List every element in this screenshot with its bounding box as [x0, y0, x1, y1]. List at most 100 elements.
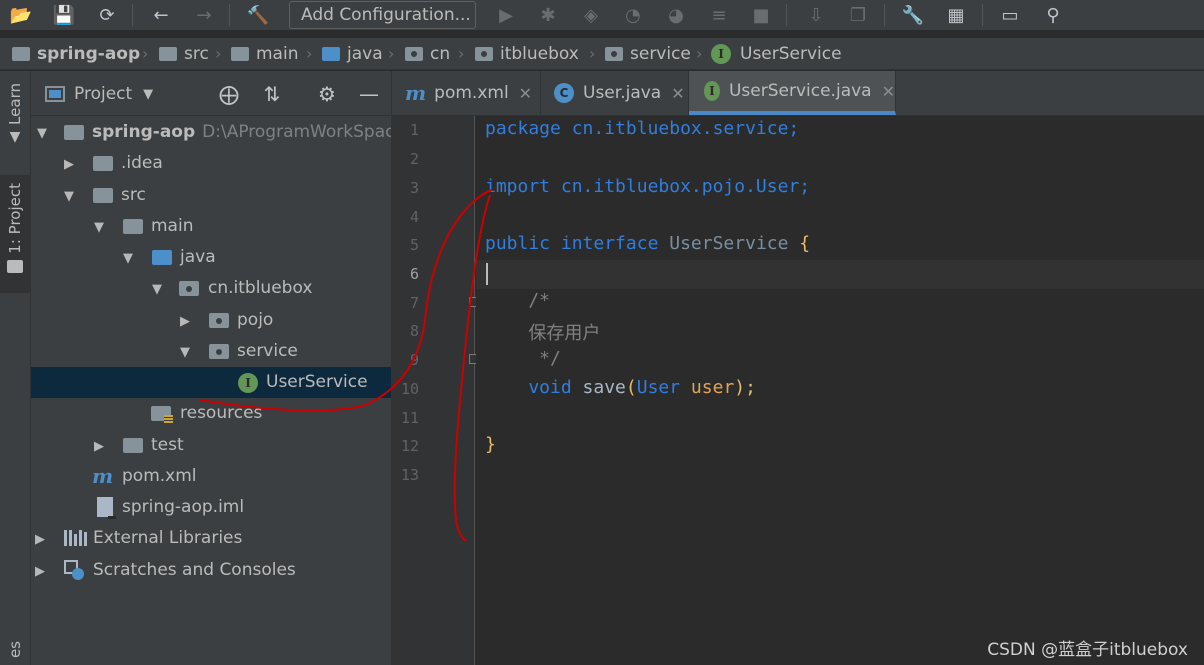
- stop-icon[interactable]: ■: [748, 2, 774, 28]
- tree-node-package[interactable]: ▼ cn.itbluebox: [31, 273, 391, 304]
- locate-crosshair-icon[interactable]: ⨁: [218, 82, 240, 106]
- code-editor[interactable]: package cn.itbluebox.service; import cn.…: [476, 116, 1204, 665]
- terminal-icon[interactable]: ▭: [997, 2, 1023, 28]
- chevron-down-icon[interactable]: ▼: [178, 345, 192, 360]
- chevron-right-icon[interactable]: ▶: [62, 157, 76, 172]
- tree-label: External Libraries: [93, 528, 243, 548]
- settings-wrench-icon[interactable]: 🔧: [900, 2, 926, 28]
- package-icon: [405, 47, 423, 61]
- run-with-icon[interactable]: ◕: [663, 2, 689, 28]
- tree-node-main[interactable]: ▼ main: [31, 211, 391, 242]
- breadcrumb-service[interactable]: service: [605, 44, 691, 64]
- close-icon[interactable]: ✕: [882, 82, 895, 101]
- tree-root-label: spring-aop: [92, 122, 196, 142]
- module-folder-icon: [64, 125, 84, 140]
- package-icon: [209, 313, 229, 328]
- breadcrumb-userservice[interactable]: I UserService: [711, 44, 842, 64]
- breadcrumb-java[interactable]: java: [322, 44, 383, 64]
- structure-tool-tab[interactable]: es: [0, 641, 30, 665]
- line-number: 10: [400, 380, 419, 398]
- tree-node-src[interactable]: ▼ src: [31, 180, 391, 211]
- code-line-8: 保存用户: [485, 323, 601, 344]
- line-number: 1: [409, 121, 419, 139]
- tree-node-external-libraries[interactable]: ▶ External Libraries: [31, 523, 391, 554]
- line-number-current: 6: [409, 265, 419, 283]
- tree-label: service: [237, 341, 298, 361]
- project-structure-icon[interactable]: ▦: [943, 2, 969, 28]
- tab-user-java[interactable]: C User.java ✕: [541, 71, 689, 115]
- code-line-10: void save(User user);: [485, 377, 756, 398]
- interface-icon: I: [238, 373, 258, 393]
- run-configuration-dropdown[interactable]: Add Configuration...: [289, 1, 476, 29]
- deploy-icon[interactable]: ❐: [845, 2, 871, 28]
- breadcrumb-itbluebox[interactable]: itbluebox: [475, 44, 579, 64]
- search-icon[interactable]: ⚲: [1040, 2, 1066, 28]
- open-folder-icon[interactable]: 📂: [8, 2, 34, 28]
- resources-folder-icon: [151, 406, 173, 424]
- debug-icon[interactable]: ✱: [535, 2, 561, 28]
- breadcrumb-separator: ›: [458, 44, 465, 63]
- navigation-breadcrumb: spring-aop › src › main › java › cn › it…: [0, 38, 1204, 70]
- build-hammer-icon[interactable]: 🔨: [245, 2, 271, 28]
- chevron-down-icon[interactable]: ▼: [35, 126, 49, 141]
- tab-label: User.java: [583, 83, 662, 103]
- attach-icon[interactable]: ≡: [706, 2, 732, 28]
- tree-node-test[interactable]: ▶ test: [31, 430, 391, 461]
- tree-label: java: [180, 247, 216, 267]
- line-number: 2: [409, 150, 419, 168]
- close-icon[interactable]: ✕: [671, 84, 684, 103]
- tree-node-userservice[interactable]: I UserService: [31, 367, 391, 398]
- breadcrumb-cn[interactable]: cn: [405, 44, 450, 64]
- toolbar-separator: [786, 4, 787, 26]
- breadcrumb-project[interactable]: spring-aop: [12, 44, 140, 64]
- project-folder-icon: [12, 47, 30, 61]
- gear-icon[interactable]: ⚙: [316, 82, 338, 106]
- tree-node-root[interactable]: ▼ spring-aop D:\AProgramWorkSpace: [31, 117, 391, 148]
- forward-arrow-icon[interactable]: →: [191, 2, 217, 28]
- tree-node-pojo[interactable]: ▶ pojo: [31, 305, 391, 336]
- project-view-selector[interactable]: Project ▼: [45, 84, 153, 104]
- chevron-down-icon[interactable]: ▼: [92, 220, 106, 235]
- chevron-down-icon[interactable]: ▼: [150, 282, 164, 297]
- collapse-all-icon[interactable]: ⇅: [261, 82, 283, 106]
- tree-node-pom[interactable]: m pom.xml: [31, 461, 391, 492]
- back-arrow-icon[interactable]: ←: [148, 2, 174, 28]
- tree-label: Scratches and Consoles: [93, 560, 296, 580]
- chevron-right-icon[interactable]: ▶: [33, 564, 47, 579]
- learn-tool-tab[interactable]: Learn ▼: [0, 83, 30, 167]
- tree-node-resources[interactable]: resources: [31, 398, 391, 429]
- sync-icon[interactable]: ⟳: [94, 2, 120, 28]
- tree-label: resources: [180, 403, 263, 423]
- tree-node-service[interactable]: ▼ service: [31, 336, 391, 367]
- tab-pom-xml[interactable]: m pom.xml ✕: [392, 71, 541, 115]
- library-icon: [64, 530, 87, 546]
- chevron-right-icon[interactable]: ▶: [178, 314, 192, 329]
- package-icon: [605, 47, 623, 61]
- breadcrumb-main[interactable]: main: [231, 44, 298, 64]
- tree-root-path: D:\AProgramWorkSpace: [202, 122, 391, 142]
- chevron-right-icon[interactable]: ▶: [92, 439, 106, 454]
- toolbar-separator: [229, 4, 230, 26]
- tree-node-java[interactable]: ▼ java: [31, 242, 391, 273]
- minimize-icon[interactable]: —: [358, 82, 380, 106]
- close-icon[interactable]: ✕: [519, 84, 532, 103]
- project-tool-tab[interactable]: 1: Project: [0, 175, 30, 293]
- tree-node-idea[interactable]: ▶ .idea: [31, 148, 391, 179]
- profile-icon[interactable]: ◔: [620, 2, 646, 28]
- run-icon[interactable]: ▶: [493, 2, 519, 28]
- chevron-down-icon[interactable]: ▼: [62, 189, 76, 204]
- tree-node-iml[interactable]: spring-aop.iml: [31, 492, 391, 523]
- update-project-icon[interactable]: ⇩: [803, 2, 829, 28]
- chevron-down-icon[interactable]: ▼: [121, 251, 135, 266]
- toolbar-separator: [982, 4, 983, 26]
- code-line-5: public interface UserService {: [485, 233, 811, 254]
- breadcrumb-separator: ›: [215, 44, 222, 63]
- main-toolbar: 📂 💾 ⟳ ← → 🔨 Add Configuration... ▶ ✱ ◈ ◔…: [0, 0, 1204, 30]
- run-coverage-icon[interactable]: ◈: [578, 2, 604, 28]
- tab-userservice-java[interactable]: I UserService.java ✕: [689, 71, 896, 115]
- chevron-right-icon[interactable]: ▶: [33, 532, 47, 547]
- breadcrumb-src[interactable]: src: [159, 44, 209, 64]
- save-icon[interactable]: 💾: [51, 2, 77, 28]
- project-window-icon: [45, 86, 65, 102]
- tree-node-scratches[interactable]: ▶ Scratches and Consoles: [31, 555, 391, 586]
